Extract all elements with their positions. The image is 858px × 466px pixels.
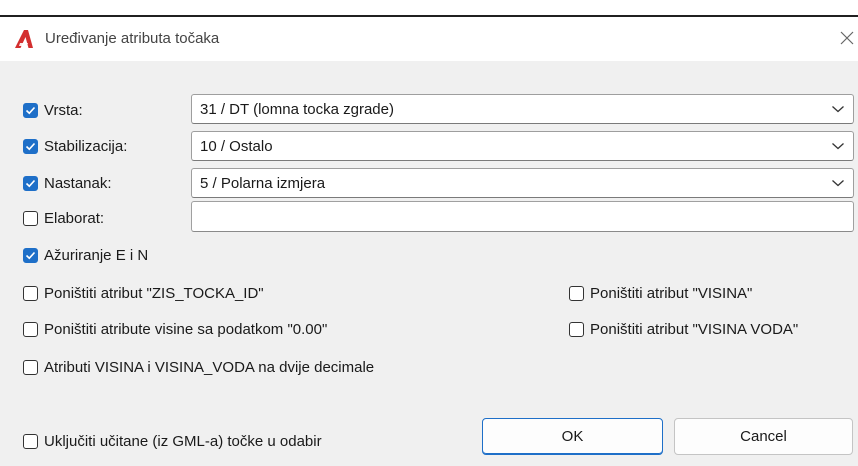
azuriranje-label: Ažuriranje E i N xyxy=(44,246,149,264)
vrsta-dropdown[interactable]: 31 / DT (lomna tocka zgrade) xyxy=(191,94,854,124)
ukljuciti-gml-label: Uključiti učitane (iz GML-a) točke u oda… xyxy=(44,432,322,450)
ponistiti-visine-000-checkbox-row[interactable]: Poništiti atribute visine sa podatkom "0… xyxy=(23,319,327,339)
chevron-down-icon xyxy=(832,143,844,150)
nastanak-label: Nastanak: xyxy=(44,174,112,192)
background-app-strip xyxy=(0,0,858,15)
stabilizacija-label: Stabilizacija: xyxy=(44,137,128,155)
chevron-down-icon xyxy=(832,106,844,113)
ponistiti-visine-000-checkbox[interactable] xyxy=(23,321,38,337)
ponistiti-visina-voda-checkbox[interactable] xyxy=(569,321,584,337)
vrsta-selected-value: 31 / DT (lomna tocka zgrade) xyxy=(200,100,394,118)
vrsta-checkbox[interactable] xyxy=(23,102,38,118)
dvije-decimale-checkbox-row[interactable]: Atributi VISINA i VISINA_VODA na dvije d… xyxy=(23,357,374,377)
ok-button[interactable]: OK xyxy=(482,418,663,455)
ukljuciti-gml-checkbox-row[interactable]: Uključiti učitane (iz GML-a) točke u oda… xyxy=(23,431,322,451)
ponistiti-zis-checkbox[interactable] xyxy=(23,285,38,301)
ponistiti-zis-checkbox-row[interactable]: Poništiti atribut "ZIS_TOCKA_ID" xyxy=(23,283,264,303)
stabilizacija-dropdown[interactable]: 10 / Ostalo xyxy=(191,131,854,161)
azuriranje-checkbox-row[interactable]: Ažuriranje E i N xyxy=(23,245,148,265)
dvije-decimale-checkbox[interactable] xyxy=(23,359,38,375)
vrsta-checkbox-row[interactable]: Vrsta: xyxy=(23,100,83,120)
edit-point-attributes-dialog: Uređivanje atributa točaka Vrsta: 31 / D… xyxy=(0,17,858,466)
nastanak-selected-value: 5 / Polarna izmjera xyxy=(200,174,326,192)
ponistiti-visina-voda-checkbox-row[interactable]: Poništiti atribut "VISINA VODA" xyxy=(569,319,798,339)
elaborat-checkbox-row[interactable]: Elaborat: xyxy=(23,208,104,228)
nastanak-dropdown[interactable]: 5 / Polarna izmjera xyxy=(191,168,854,198)
ponistiti-visina-voda-label: Poništiti atribut "VISINA VODA" xyxy=(590,320,799,338)
dialog-title: Uređivanje atributa točaka xyxy=(45,30,220,47)
stabilizacija-selected-value: 10 / Ostalo xyxy=(200,137,273,155)
dvije-decimale-label: Atributi VISINA i VISINA_VODA na dvije d… xyxy=(44,358,375,376)
checkmark-icon xyxy=(25,251,36,259)
ponistiti-visina-checkbox[interactable] xyxy=(569,285,584,301)
azuriranje-checkbox[interactable] xyxy=(23,247,38,263)
elaborat-input[interactable] xyxy=(191,201,854,232)
autocad-app-icon xyxy=(15,30,33,48)
ponistiti-visina-label: Poništiti atribut "VISINA" xyxy=(590,284,753,302)
ponistiti-visina-checkbox-row[interactable]: Poništiti atribut "VISINA" xyxy=(569,283,752,303)
elaborat-checkbox[interactable] xyxy=(23,210,38,226)
ukljuciti-gml-checkbox[interactable] xyxy=(23,433,38,449)
ponistiti-zis-label: Poništiti atribut "ZIS_TOCKA_ID" xyxy=(44,284,264,302)
stabilizacija-checkbox-row[interactable]: Stabilizacija: xyxy=(23,136,127,156)
chevron-down-icon xyxy=(832,180,844,187)
elaborat-label: Elaborat: xyxy=(44,209,105,227)
cancel-button[interactable]: Cancel xyxy=(674,418,853,455)
checkmark-icon xyxy=(25,142,36,150)
vrsta-label: Vrsta: xyxy=(44,101,83,119)
checkmark-icon xyxy=(25,179,36,187)
ponistiti-visine-000-label: Poništiti atribute visine sa podatkom "0… xyxy=(44,320,328,338)
title-bar: Uređivanje atributa točaka xyxy=(0,17,858,61)
stabilizacija-checkbox[interactable] xyxy=(23,138,38,154)
nastanak-checkbox[interactable] xyxy=(23,175,38,191)
nastanak-checkbox-row[interactable]: Nastanak: xyxy=(23,173,112,193)
checkmark-icon xyxy=(25,106,36,114)
close-icon[interactable] xyxy=(838,29,856,47)
